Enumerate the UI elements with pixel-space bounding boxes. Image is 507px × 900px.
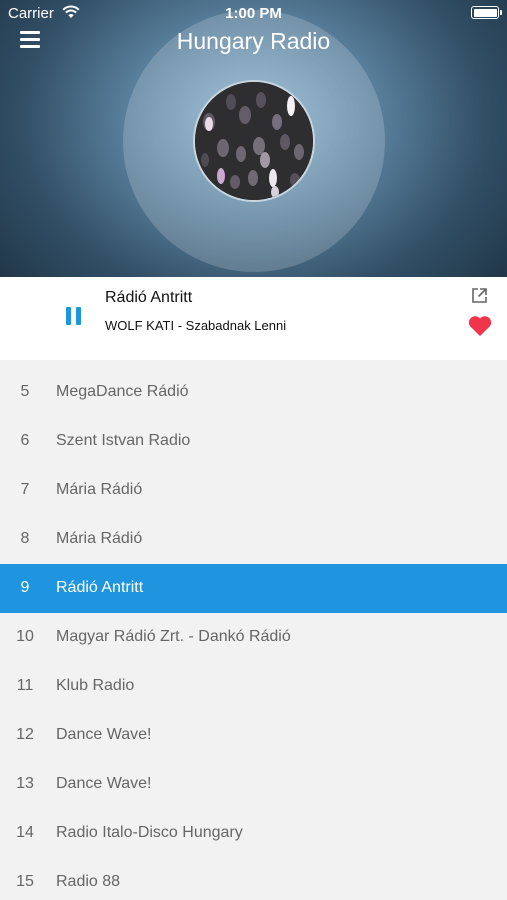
station-name: Klub Radio [56,677,135,694]
pause-icon-bar [66,307,71,325]
now-playing-bar: Rádió Antritt WOLF KATI - Szabadnak Lenn… [0,277,507,360]
station-name: Radio 88 [56,873,121,890]
app-title: Hungary Radio [176,28,331,54]
station-name: Mária Rádió [56,530,143,547]
station-name: Szent Istvan Radio [56,432,191,449]
station-row-selected[interactable]: 9 Rádió Antritt [0,564,507,613]
station-name: Radio Italo-Disco Hungary [56,824,243,841]
station-list: 5 MegaDance Rádió 6 Szent Istvan Radio 7… [0,368,507,900]
station-number: 6 [20,432,30,449]
pause-icon-bar [76,307,81,325]
station-row[interactable]: 10 Magyar Rádió Zrt. - Dankó Rádió [0,613,507,662]
pause-button[interactable] [66,307,82,325]
station-row[interactable]: 13 Dance Wave! [0,760,507,809]
station-number: 10 [16,628,34,645]
station-name: Magyar Rádió Zrt. - Dankó Rádió [56,628,291,645]
station-row[interactable]: 14 Radio Italo-Disco Hungary [0,809,507,858]
station-name: Rádió Antritt [56,579,144,596]
station-number: 5 [20,383,30,400]
station-number: 14 [16,824,34,841]
station-row[interactable]: 7 Mária Rádió [0,466,507,515]
share-icon[interactable] [471,287,488,304]
station-row[interactable]: 8 Mária Rádió [0,515,507,564]
header: Carrier 1:00 PM Hungary Radio [0,0,507,277]
station-artwork [193,80,315,202]
station-name: Mária Rádió [56,481,143,498]
station-row[interactable]: 5 MegaDance Rádió [0,368,507,417]
station-number: 13 [16,775,34,792]
now-playing-station: Rádió Antritt [105,289,193,306]
bokeh-image [195,82,313,200]
station-name: Dance Wave! [56,726,152,743]
station-name: MegaDance Rádió [56,383,189,400]
station-number: 12 [16,726,34,743]
station-number: 7 [20,481,30,498]
station-row[interactable]: 6 Szent Istvan Radio [0,417,507,466]
station-number: 8 [20,530,30,547]
station-row[interactable]: 15 Radio 88 [0,858,507,900]
station-name: Dance Wave! [56,775,152,792]
favorite-heart-icon[interactable] [468,315,492,337]
now-playing-track: WOLF KATI - Szabadnak Lenni [105,318,287,333]
station-row[interactable]: 12 Dance Wave! [0,711,507,760]
station-row[interactable]: 11 Klub Radio [0,662,507,711]
battery-icon [471,6,502,19]
station-number: 11 [16,677,34,694]
station-number: 15 [16,873,34,890]
station-number: 9 [20,579,30,596]
